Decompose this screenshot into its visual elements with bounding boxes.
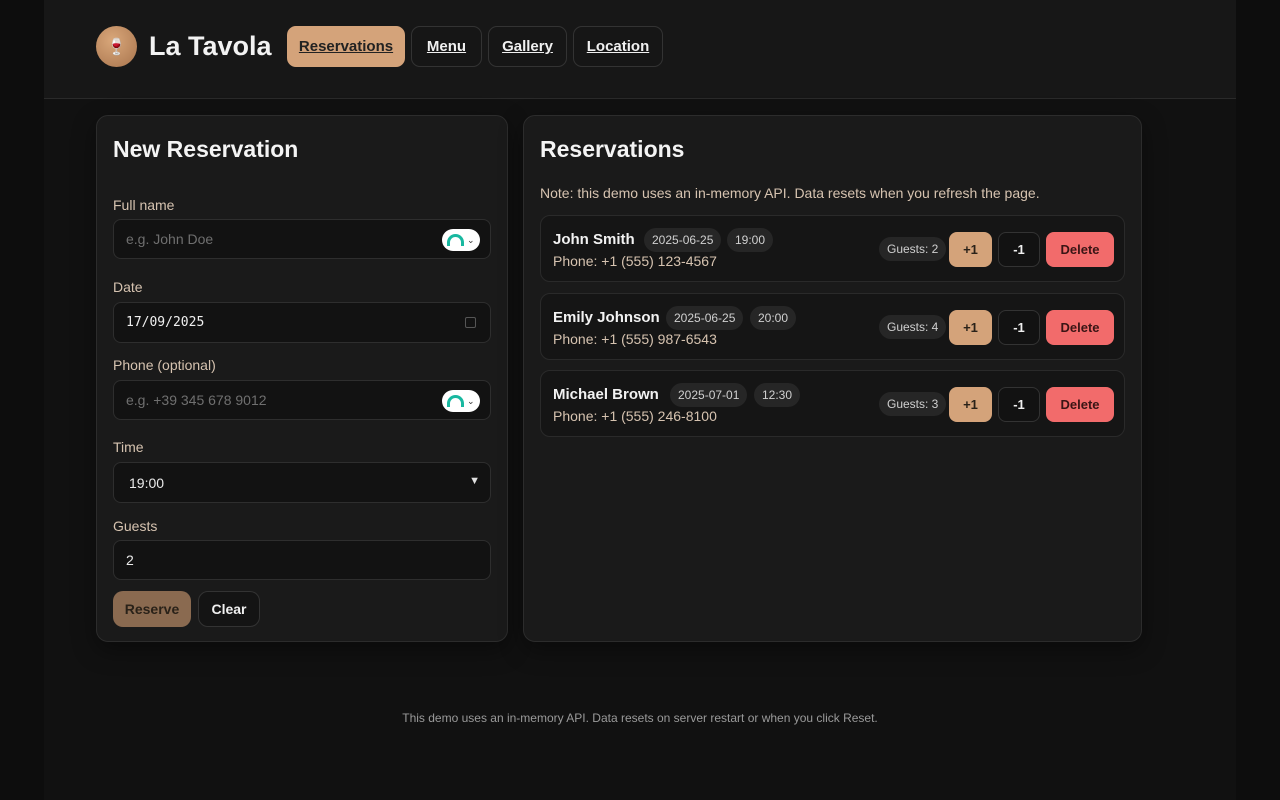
new-reservation-card: New Reservation Full name e.g. John Doe … (96, 115, 508, 642)
form-title: New Reservation (113, 136, 299, 162)
increment-guests-button[interactable]: +1 (949, 232, 992, 267)
phone-placeholder: e.g. +39 345 678 9012 (126, 392, 267, 408)
delete-button[interactable]: Delete (1046, 232, 1114, 267)
date-chip: 2025-07-01 (670, 383, 748, 407)
decrement-guests-button[interactable]: -1 (998, 232, 1040, 267)
guest-name: John Smith (553, 231, 635, 248)
chevron-down-icon: ⌄ (467, 395, 475, 406)
guest-name: Emily Johnson (553, 309, 660, 326)
guests-value: 2 (126, 552, 134, 568)
time-select[interactable]: 19:00 ▼ (113, 462, 491, 503)
phone-input[interactable]: e.g. +39 345 678 9012 ⌄ (113, 380, 491, 420)
decrement-guests-button[interactable]: -1 (998, 310, 1040, 345)
date-input[interactable]: 17/09/2025 (113, 302, 491, 343)
guest-phone: Phone: +1 (555) 123-4567 (553, 253, 717, 269)
autofill-logo-icon (447, 395, 464, 407)
footer-note: This demo uses an in-memory API. Data re… (402, 711, 878, 725)
autofill-widget[interactable]: ⌄ (442, 390, 480, 412)
guest-phone: Phone: +1 (555) 987-6543 (553, 331, 717, 347)
reserve-button[interactable]: Reserve (113, 591, 191, 627)
increment-guests-button[interactable]: +1 (949, 387, 992, 422)
reservation-item: Emily Johnson 2025-06-25 20:00 Phone: +1… (540, 293, 1125, 360)
guests-input[interactable]: 2 (113, 540, 491, 580)
decrement-guests-button[interactable]: -1 (998, 387, 1040, 422)
date-chip: 2025-06-25 (644, 228, 722, 252)
time-chip: 12:30 (754, 383, 801, 407)
guests-count: Guests: 2 (879, 237, 947, 261)
time-chip: 19:00 (727, 228, 774, 252)
chevron-down-icon: ▼ (469, 475, 480, 487)
guest-name: Michael Brown (553, 386, 659, 403)
phone-label: Phone (optional) (113, 357, 216, 373)
time-label: Time (113, 439, 144, 455)
guest-phone: Phone: +1 (555) 246-8100 (553, 408, 717, 424)
chevron-down-icon: ⌄ (467, 234, 475, 245)
reservation-item: John Smith 2025-06-25 19:00 Phone: +1 (5… (540, 215, 1125, 282)
nav-location[interactable]: Location (573, 26, 663, 67)
nav-menu[interactable]: Menu (411, 26, 482, 67)
time-chip: 20:00 (750, 306, 797, 330)
page: 🍷 La Tavola Reservations Menu Gallery Lo… (44, 0, 1236, 800)
calendar-icon[interactable] (465, 317, 476, 328)
wine-glass-icon: 🍷 (96, 26, 137, 67)
date-label: Date (113, 279, 143, 295)
site-header: 🍷 La Tavola Reservations Menu Gallery Lo… (44, 0, 1236, 99)
nav-gallery[interactable]: Gallery (488, 26, 567, 67)
reservation-item: Michael Brown 2025-07-01 12:30 Phone: +1… (540, 370, 1125, 437)
full-name-label: Full name (113, 197, 175, 213)
increment-guests-button[interactable]: +1 (949, 310, 992, 345)
brand-name: La Tavola (149, 31, 272, 61)
delete-button[interactable]: Delete (1046, 387, 1114, 422)
date-value: 17/09/2025 (126, 315, 205, 330)
guests-label: Guests (113, 518, 158, 534)
autofill-logo-icon (447, 234, 464, 246)
time-value: 19:00 (129, 474, 165, 491)
nav-reservations[interactable]: Reservations (287, 26, 405, 67)
reservations-card: Reservations Note: this demo uses an in-… (523, 115, 1142, 642)
delete-button[interactable]: Delete (1046, 310, 1114, 345)
clear-button[interactable]: Clear (198, 591, 260, 627)
date-chip: 2025-06-25 (666, 306, 744, 330)
autofill-widget[interactable]: ⌄ (442, 229, 480, 251)
guests-count: Guests: 3 (879, 392, 947, 416)
guests-count: Guests: 4 (879, 315, 947, 339)
demo-note: Note: this demo uses an in-memory API. D… (540, 185, 1040, 201)
full-name-input[interactable]: e.g. John Doe ⌄ (113, 219, 491, 259)
reservations-title: Reservations (540, 136, 685, 162)
full-name-placeholder: e.g. John Doe (126, 231, 214, 247)
